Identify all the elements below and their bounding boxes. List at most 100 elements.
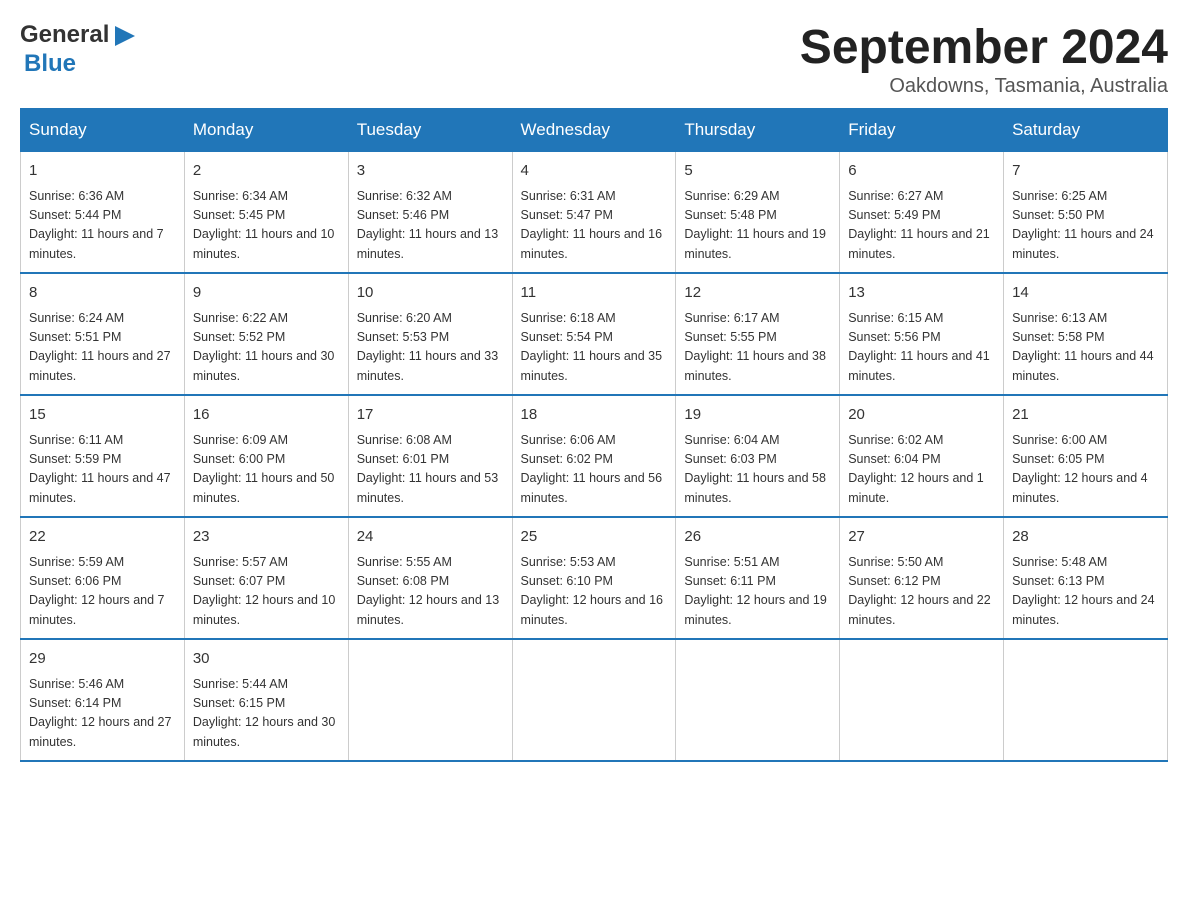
day-cell-7: 7 Sunrise: 6:25 AMSunset: 5:50 PMDaylight… [1004, 151, 1168, 273]
empty-cell [1004, 639, 1168, 761]
logo-triangle-icon [111, 22, 139, 50]
day-info: Sunrise: 6:17 AMSunset: 5:55 PMDaylight:… [684, 309, 831, 387]
day-info: Sunrise: 5:44 AMSunset: 6:15 PMDaylight:… [193, 675, 340, 753]
day-info: Sunrise: 6:34 AMSunset: 5:45 PMDaylight:… [193, 187, 340, 265]
day-number: 26 [684, 526, 831, 549]
day-info: Sunrise: 6:27 AMSunset: 5:49 PMDaylight:… [848, 187, 995, 265]
weekday-header-thursday: Thursday [676, 109, 840, 151]
day-cell-21: 21 Sunrise: 6:00 AMSunset: 6:05 PMDayligh… [1004, 395, 1168, 517]
title-section: September 2024 Oakdowns, Tasmania, Austr… [800, 20, 1168, 98]
day-number: 23 [193, 526, 340, 549]
day-cell-29: 29 Sunrise: 5:46 AMSunset: 6:14 PMDayligh… [21, 639, 185, 761]
day-number: 16 [193, 404, 340, 427]
empty-cell [512, 639, 676, 761]
day-cell-12: 12 Sunrise: 6:17 AMSunset: 5:55 PMDayligh… [676, 273, 840, 395]
week-row-5: 29 Sunrise: 5:46 AMSunset: 6:14 PMDayligh… [21, 639, 1168, 761]
week-row-2: 8 Sunrise: 6:24 AMSunset: 5:51 PMDaylight… [21, 273, 1168, 395]
location-text: Oakdowns, Tasmania, Australia [800, 75, 1168, 98]
day-number: 29 [29, 648, 176, 671]
weekday-header-tuesday: Tuesday [348, 109, 512, 151]
day-cell-23: 23 Sunrise: 5:57 AMSunset: 6:07 PMDayligh… [184, 517, 348, 639]
day-cell-13: 13Sunrise: 6:15 AMSunset: 5:56 PMDayligh… [840, 273, 1004, 395]
empty-cell [840, 639, 1004, 761]
day-number: 24 [357, 526, 504, 549]
day-number: 14 [1012, 282, 1159, 305]
day-number: 4 [521, 160, 668, 183]
day-info: Sunrise: 6:13 AMSunset: 5:58 PMDaylight:… [1012, 309, 1159, 387]
day-cell-27: 27Sunrise: 5:50 AMSunset: 6:12 PMDayligh… [840, 517, 1004, 639]
day-number: 11 [521, 282, 668, 305]
day-cell-25: 25 Sunrise: 5:53 AMSunset: 6:10 PMDayligh… [512, 517, 676, 639]
day-cell-3: 3 Sunrise: 6:32 AMSunset: 5:46 PMDaylight… [348, 151, 512, 273]
day-cell-15: 15 Sunrise: 6:11 AMSunset: 5:59 PMDayligh… [21, 395, 185, 517]
day-cell-14: 14 Sunrise: 6:13 AMSunset: 5:58 PMDayligh… [1004, 273, 1168, 395]
day-info: Sunrise: 6:00 AMSunset: 6:05 PMDaylight:… [1012, 431, 1159, 509]
day-number: 25 [521, 526, 668, 549]
weekday-header-friday: Friday [840, 109, 1004, 151]
day-info: Sunrise: 5:53 AMSunset: 6:10 PMDaylight:… [521, 553, 668, 631]
day-cell-26: 26 Sunrise: 5:51 AMSunset: 6:11 PMDayligh… [676, 517, 840, 639]
day-cell-4: 4 Sunrise: 6:31 AMSunset: 5:47 PMDaylight… [512, 151, 676, 273]
day-info: Sunrise: 6:04 AMSunset: 6:03 PMDaylight:… [684, 431, 831, 509]
weekday-header-wednesday: Wednesday [512, 109, 676, 151]
day-cell-1: 1Sunrise: 6:36 AMSunset: 5:44 PMDaylight… [21, 151, 185, 273]
weekday-header-monday: Monday [184, 109, 348, 151]
day-cell-19: 19 Sunrise: 6:04 AMSunset: 6:03 PMDayligh… [676, 395, 840, 517]
day-info: Sunrise: 6:06 AMSunset: 6:02 PMDaylight:… [521, 431, 668, 509]
day-number: 2 [193, 160, 340, 183]
day-info: Sunrise: 5:46 AMSunset: 6:14 PMDaylight:… [29, 675, 176, 753]
day-number: 7 [1012, 160, 1159, 183]
week-row-4: 22Sunrise: 5:59 AMSunset: 6:06 PMDayligh… [21, 517, 1168, 639]
day-number: 1 [29, 160, 176, 183]
day-number: 28 [1012, 526, 1159, 549]
day-number: 10 [357, 282, 504, 305]
calendar-table: SundayMondayTuesdayWednesdayThursdayFrid… [20, 108, 1168, 762]
weekday-header-sunday: Sunday [21, 109, 185, 151]
day-number: 3 [357, 160, 504, 183]
day-cell-16: 16 Sunrise: 6:09 AMSunset: 6:00 PMDayligh… [184, 395, 348, 517]
day-info: Sunrise: 6:02 AMSunset: 6:04 PMDaylight:… [848, 431, 995, 509]
day-cell-6: 6 Sunrise: 6:27 AMSunset: 5:49 PMDaylight… [840, 151, 1004, 273]
day-info: Sunrise: 6:18 AMSunset: 5:54 PMDaylight:… [521, 309, 668, 387]
day-number: 12 [684, 282, 831, 305]
day-info: Sunrise: 6:32 AMSunset: 5:46 PMDaylight:… [357, 187, 504, 265]
day-number: 13 [848, 282, 995, 305]
day-info: Sunrise: 6:11 AMSunset: 5:59 PMDaylight:… [29, 431, 176, 509]
weekday-header-saturday: Saturday [1004, 109, 1168, 151]
day-cell-20: 20 Sunrise: 6:02 AMSunset: 6:04 PMDayligh… [840, 395, 1004, 517]
day-cell-22: 22Sunrise: 5:59 AMSunset: 6:06 PMDayligh… [21, 517, 185, 639]
month-title: September 2024 [800, 20, 1168, 75]
day-number: 20 [848, 404, 995, 427]
day-number: 8 [29, 282, 176, 305]
day-number: 15 [29, 404, 176, 427]
day-info: Sunrise: 5:51 AMSunset: 6:11 PMDaylight:… [684, 553, 831, 631]
logo-blue-text: Blue [24, 50, 76, 78]
day-info: Sunrise: 6:08 AMSunset: 6:01 PMDaylight:… [357, 431, 504, 509]
day-number: 27 [848, 526, 995, 549]
day-info: Sunrise: 5:57 AMSunset: 6:07 PMDaylight:… [193, 553, 340, 631]
day-info: Sunrise: 6:25 AMSunset: 5:50 PMDaylight:… [1012, 187, 1159, 265]
day-cell-18: 18 Sunrise: 6:06 AMSunset: 6:02 PMDayligh… [512, 395, 676, 517]
day-info: Sunrise: 6:09 AMSunset: 6:00 PMDaylight:… [193, 431, 340, 509]
day-number: 30 [193, 648, 340, 671]
day-number: 19 [684, 404, 831, 427]
day-number: 18 [521, 404, 668, 427]
day-number: 22 [29, 526, 176, 549]
day-info: Sunrise: 6:31 AMSunset: 5:47 PMDaylight:… [521, 187, 668, 265]
day-cell-9: 9Sunrise: 6:22 AMSunset: 5:52 PMDaylight… [184, 273, 348, 395]
logo: General Blue [20, 20, 139, 78]
day-info: Sunrise: 5:55 AMSunset: 6:08 PMDaylight:… [357, 553, 504, 631]
day-number: 6 [848, 160, 995, 183]
weekday-header-row: SundayMondayTuesdayWednesdayThursdayFrid… [21, 109, 1168, 151]
empty-cell [348, 639, 512, 761]
day-number: 21 [1012, 404, 1159, 427]
week-row-1: 1Sunrise: 6:36 AMSunset: 5:44 PMDaylight… [21, 151, 1168, 273]
day-info: Sunrise: 6:20 AMSunset: 5:53 PMDaylight:… [357, 309, 504, 387]
day-cell-5: 5Sunrise: 6:29 AMSunset: 5:48 PMDaylight… [676, 151, 840, 273]
empty-cell [676, 639, 840, 761]
day-cell-2: 2 Sunrise: 6:34 AMSunset: 5:45 PMDaylight… [184, 151, 348, 273]
day-number: 9 [193, 282, 340, 305]
day-info: Sunrise: 5:48 AMSunset: 6:13 PMDaylight:… [1012, 553, 1159, 631]
day-cell-30: 30 Sunrise: 5:44 AMSunset: 6:15 PMDayligh… [184, 639, 348, 761]
day-info: Sunrise: 6:24 AMSunset: 5:51 PMDaylight:… [29, 309, 176, 387]
